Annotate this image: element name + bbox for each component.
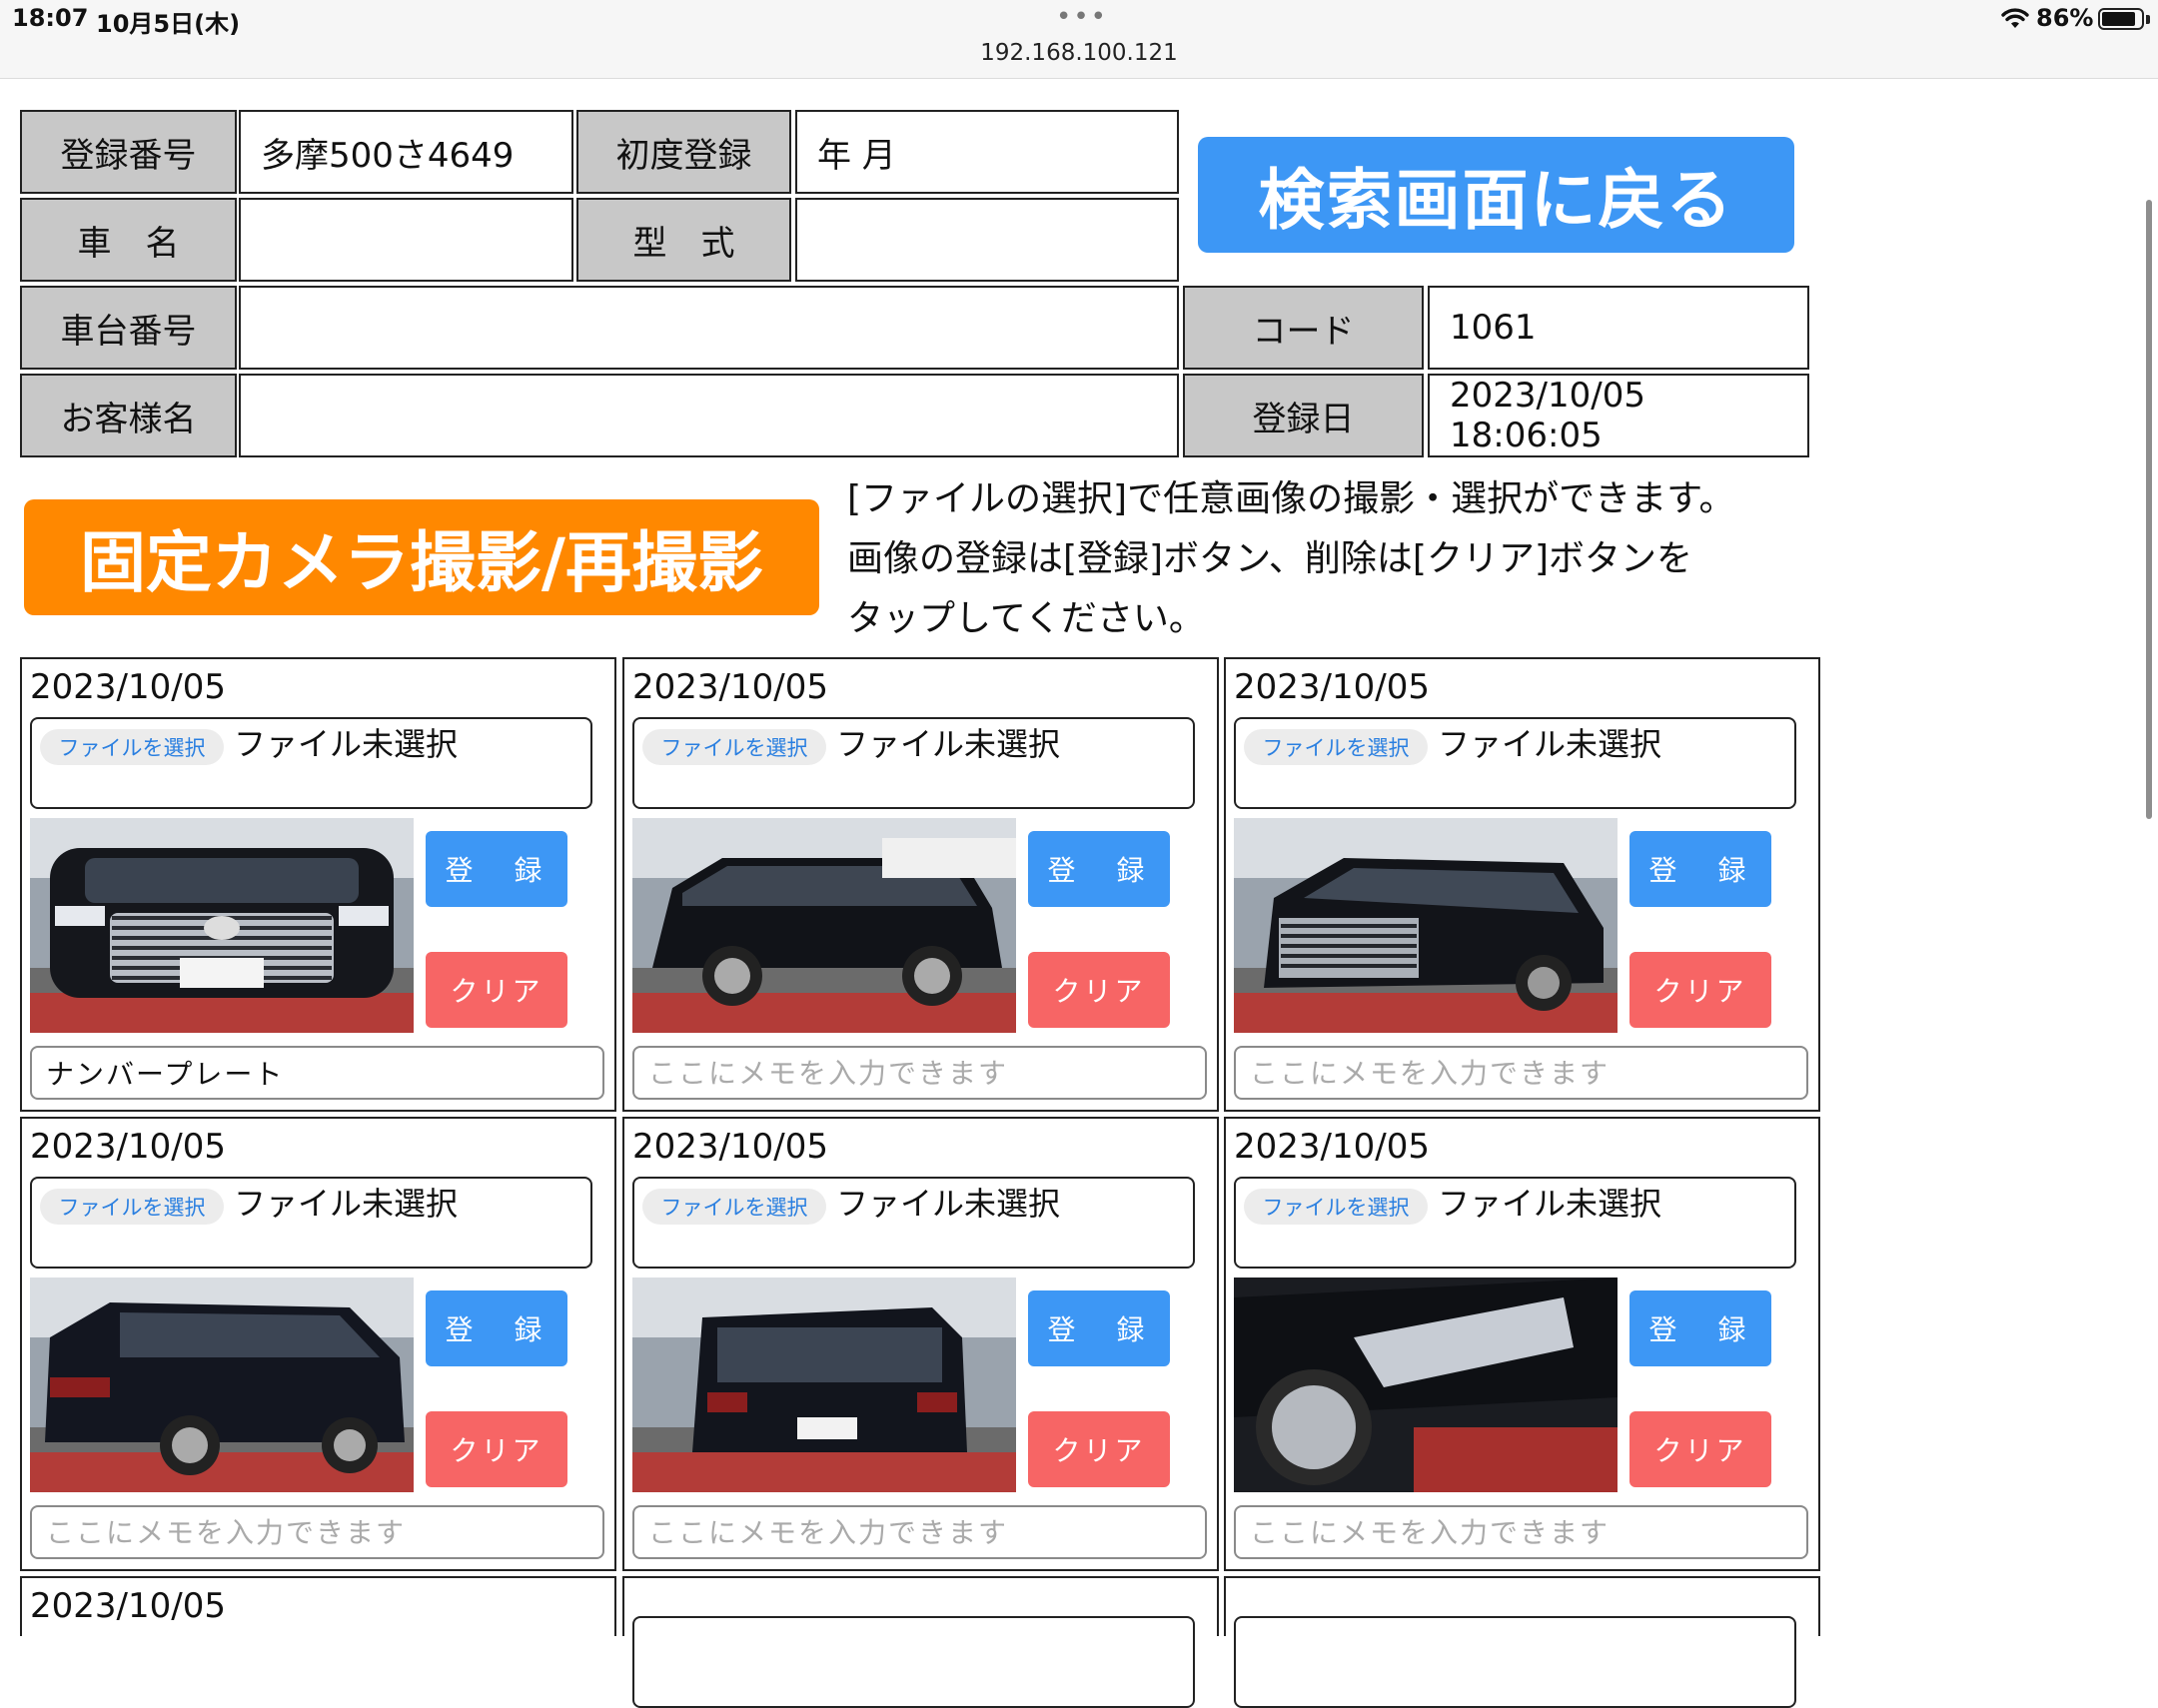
register-button[interactable]: 登 録 xyxy=(1028,1290,1170,1366)
clear-button[interactable]: クリア xyxy=(426,952,567,1028)
wifi-icon xyxy=(2000,6,2030,34)
photo-date: 2023/10/05 xyxy=(30,1127,226,1167)
memo-input[interactable] xyxy=(30,1505,604,1559)
choose-file-button[interactable]: ファイルを選択 xyxy=(1244,1189,1428,1225)
choose-file-button[interactable]: ファイルを選択 xyxy=(642,729,826,765)
instructions-line: 画像の登録は[登録]ボタン、削除は[クリア]ボタンを xyxy=(847,538,1693,579)
instructions-line: [ファイルの選択]で任意画像の撮影・選択ができます。 xyxy=(847,478,1735,519)
register-button[interactable]: 登 録 xyxy=(426,831,567,907)
vehicle-photo xyxy=(30,1278,414,1492)
file-status: ファイル未選択 xyxy=(1438,1185,1662,1223)
instructions-line: タップしてください。 xyxy=(847,598,1205,639)
photo-card: 2023/10/05 ファイルを選択 ファイル未選択登 録クリア xyxy=(622,657,1219,1112)
register-button[interactable]: 登 録 xyxy=(1629,831,1771,907)
reg-date-label: 登録日 xyxy=(1183,374,1424,457)
first-reg-value: 年 月 xyxy=(795,110,1179,194)
memo-input[interactable] xyxy=(1234,1046,1808,1100)
battery-percent: 86% xyxy=(2036,4,2094,32)
choose-file-button[interactable]: ファイルを選択 xyxy=(40,1189,224,1225)
model-label: 型 式 xyxy=(576,198,791,282)
car-name-label: 車 名 xyxy=(20,198,237,282)
code-label: コード xyxy=(1183,286,1424,370)
file-input-box[interactable]: ファイルを選択 ファイル未選択 xyxy=(632,717,1195,809)
file-status: ファイル未選択 xyxy=(234,725,459,763)
memo-input[interactable] xyxy=(632,1505,1207,1559)
file-status: ファイル未選択 xyxy=(836,725,1061,763)
photo-card-partial xyxy=(1224,1576,1820,1708)
chassis-label: 車台番号 xyxy=(20,286,237,370)
photo-date: 2023/10/05 xyxy=(1234,667,1430,707)
chassis-value xyxy=(239,286,1179,370)
memo-input[interactable] xyxy=(632,1046,1207,1100)
clear-button[interactable]: クリア xyxy=(426,1411,567,1487)
more-dots-icon[interactable]: ••• xyxy=(1056,2,1108,32)
file-status: ファイル未選択 xyxy=(836,1185,1061,1223)
register-button[interactable]: 登 録 xyxy=(426,1290,567,1366)
status-date: 10月5日(木) xyxy=(96,10,241,38)
first-reg-label: 初度登録 xyxy=(576,110,791,194)
clear-button[interactable]: クリア xyxy=(1629,1411,1771,1487)
reg-no-label: 登録番号 xyxy=(20,110,237,194)
file-input-box[interactable]: ファイルを選択 ファイル未選択 xyxy=(632,1177,1195,1269)
code-value: 1061 xyxy=(1428,286,1809,370)
photo-date: 2023/10/05 xyxy=(30,1586,226,1626)
file-input-box[interactable] xyxy=(632,1616,1195,1708)
clear-button[interactable]: クリア xyxy=(1028,1411,1170,1487)
customer-label: お客様名 xyxy=(20,374,237,457)
photo-date: 2023/10/05 xyxy=(632,667,828,707)
vehicle-photo xyxy=(1234,818,1618,1033)
memo-input[interactable] xyxy=(1234,1505,1808,1559)
battery-icon xyxy=(2098,8,2144,30)
reg-no-value: 多摩500さ4649 xyxy=(239,110,573,194)
photo-date: 2023/10/05 xyxy=(30,667,226,707)
back-to-search-button[interactable]: 検索画面に戻る xyxy=(1198,137,1794,253)
clear-button[interactable]: クリア xyxy=(1028,952,1170,1028)
vehicle-photo xyxy=(632,818,1016,1033)
photo-card-partial: 2023/10/05 xyxy=(20,1576,616,1636)
photo-date: 2023/10/05 xyxy=(1234,1127,1430,1167)
page-scrollbar[interactable] xyxy=(2146,200,2152,819)
battery-tip xyxy=(2146,15,2150,24)
photo-card: 2023/10/05 ファイルを選択 ファイル未選択登 録クリア xyxy=(1224,1117,1820,1571)
vehicle-photo xyxy=(30,818,414,1033)
fixed-camera-capture-button[interactable]: 固定カメラ撮影/再撮影 xyxy=(24,499,819,615)
vehicle-photo xyxy=(1234,1278,1618,1492)
browser-status-bar: 18:07 10月5日(木) ••• 192.168.100.121 86% xyxy=(0,0,2158,79)
photo-card-partial xyxy=(622,1576,1219,1708)
address-url[interactable]: 192.168.100.121 xyxy=(0,40,2158,66)
model-value xyxy=(795,198,1179,282)
customer-value xyxy=(239,374,1179,457)
photo-date: 2023/10/05 xyxy=(632,1127,828,1167)
photo-card: 2023/10/05 ファイルを選択 ファイル未選択登 録クリア xyxy=(20,1117,616,1571)
file-input-box[interactable]: ファイルを選択 ファイル未選択 xyxy=(30,717,592,809)
memo-input[interactable] xyxy=(30,1046,604,1100)
car-name-value xyxy=(239,198,573,282)
photo-card: 2023/10/05 ファイルを選択 ファイル未選択登 録クリア xyxy=(1224,657,1820,1112)
status-time: 18:07 xyxy=(12,4,89,32)
photo-card: 2023/10/05 ファイルを選択 ファイル未選択登 録クリア xyxy=(20,657,616,1112)
instructions-text: [ファイルの選択]で任意画像の撮影・選択ができます。 画像の登録は[登録]ボタン… xyxy=(847,469,1806,649)
file-input-box[interactable]: ファイルを選択 ファイル未選択 xyxy=(1234,717,1796,809)
file-input-box[interactable]: ファイルを選択 ファイル未選択 xyxy=(1234,1177,1796,1269)
register-button[interactable]: 登 録 xyxy=(1629,1290,1771,1366)
photo-card: 2023/10/05 ファイルを選択 ファイル未選択登 録クリア xyxy=(622,1117,1219,1571)
choose-file-button[interactable]: ファイルを選択 xyxy=(642,1189,826,1225)
vehicle-photo xyxy=(632,1278,1016,1492)
file-input-box[interactable]: ファイルを選択 ファイル未選択 xyxy=(30,1177,592,1269)
register-button[interactable]: 登 録 xyxy=(1028,831,1170,907)
choose-file-button[interactable]: ファイルを選択 xyxy=(40,729,224,765)
file-status: ファイル未選択 xyxy=(234,1185,459,1223)
file-input-box[interactable] xyxy=(1234,1616,1796,1708)
file-status: ファイル未選択 xyxy=(1438,725,1662,763)
choose-file-button[interactable]: ファイルを選択 xyxy=(1244,729,1428,765)
reg-date-value: 2023/10/05 18:06:05 xyxy=(1428,374,1809,457)
clear-button[interactable]: クリア xyxy=(1629,952,1771,1028)
